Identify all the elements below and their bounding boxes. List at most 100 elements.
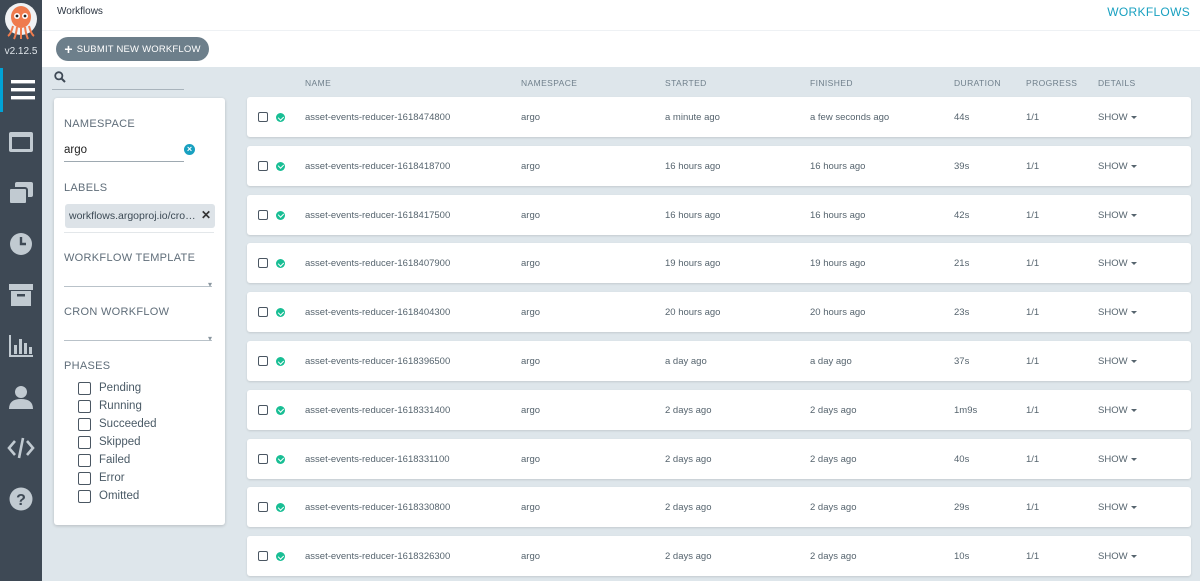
workflows-list-icon: [10, 80, 35, 100]
api-docs-icon: [7, 437, 35, 459]
side-nav: v2.12.5 ?: [0, 0, 42, 581]
cell-name: asset-events-reducer-1618418700: [305, 160, 451, 172]
clear-namespace-icon[interactable]: ×: [184, 144, 195, 155]
succeeded-status-icon: [276, 357, 285, 366]
table-row[interactable]: asset-events-reducer-1618331100 argo 2 day…: [247, 438, 1191, 479]
row-checkbox[interactable]: [258, 502, 268, 513]
row-checkbox[interactable]: [258, 258, 268, 269]
show-details-button[interactable]: SHOW: [1098, 210, 1137, 221]
nav-reports[interactable]: [0, 324, 42, 368]
caret-down-icon: [1130, 164, 1137, 168]
cron-workflow-title: CRON WORKFLOW: [64, 306, 170, 318]
search-input[interactable]: [52, 69, 184, 90]
row-checkbox[interactable]: [258, 356, 268, 366]
table-row[interactable]: asset-events-reducer-1618396500 argo a day…: [247, 341, 1191, 381]
labels-title: LABELS: [64, 182, 108, 194]
succeeded-status-icon: [276, 552, 285, 562]
cell-name: asset-events-reducer-1618326300: [305, 551, 451, 563]
remove-label-icon[interactable]: ✕: [201, 208, 211, 222]
cron-workflow-select[interactable]: ▾: [64, 334, 212, 343]
show-details-button[interactable]: SHOW: [1098, 161, 1137, 172]
submit-new-workflow-button[interactable]: + SUBMIT NEW WORKFLOW: [56, 37, 209, 61]
cell-progress: 1/1: [1026, 356, 1040, 367]
caret-down-icon: [1130, 213, 1137, 217]
nav-workflow-templates[interactable]: [0, 120, 42, 164]
phase-label: Failed: [99, 454, 131, 466]
cell-started: 20 hours ago: [665, 307, 721, 319]
nav-archived-workflows[interactable]: [0, 273, 42, 317]
show-details-button[interactable]: SHOW: [1098, 551, 1137, 562]
checkbox[interactable]: [78, 489, 91, 503]
table-row[interactable]: asset-events-reducer-1618331400 argo 2 day…: [247, 389, 1191, 430]
show-details-button[interactable]: SHOW: [1098, 454, 1137, 465]
user-icon: [9, 386, 33, 409]
phase-label: Skipped: [99, 436, 141, 448]
row-checkbox[interactable]: [258, 551, 268, 562]
nav-cron-workflows[interactable]: [0, 222, 42, 266]
table-row[interactable]: asset-events-reducer-1618417500 argo 16 ho…: [247, 194, 1191, 235]
nav-help[interactable]: ?: [0, 477, 42, 521]
show-details-button[interactable]: SHOW: [1098, 405, 1137, 416]
cell-namespace: argo: [521, 551, 541, 563]
phase-running[interactable]: Running: [78, 398, 142, 414]
show-details-label: SHOW: [1098, 356, 1128, 367]
show-details-button[interactable]: SHOW: [1098, 307, 1137, 318]
breadcrumb[interactable]: Workflows: [57, 6, 103, 17]
show-details-button[interactable]: SHOW: [1098, 356, 1137, 367]
row-checkbox[interactable]: [258, 453, 268, 464]
row-checkbox[interactable]: [258, 307, 268, 318]
phase-succeeded[interactable]: Succeeded: [78, 416, 157, 432]
nav-cluster-workflow-templates[interactable]: [0, 171, 42, 215]
show-details-button[interactable]: SHOW: [1098, 112, 1137, 123]
nav-workflows[interactable]: [0, 68, 42, 112]
caret-down-icon: [1130, 506, 1137, 510]
cell-duration: 1m9s: [954, 404, 978, 416]
row-checkbox[interactable]: [258, 160, 268, 171]
workflow-template-title: WORKFLOW TEMPLATE: [64, 252, 196, 264]
cell-duration: 40s: [954, 453, 970, 465]
checkbox[interactable]: [78, 435, 91, 449]
row-checkbox[interactable]: [258, 209, 268, 220]
namespace-input[interactable]: argo: [64, 142, 184, 162]
phase-omitted[interactable]: Omitted: [78, 488, 139, 504]
table-row[interactable]: asset-events-reducer-1618418700 argo 16 ho…: [247, 145, 1191, 186]
cell-progress: 1/1: [1026, 160, 1040, 172]
workflow-template-select[interactable]: ▾: [64, 280, 212, 289]
show-details-button[interactable]: SHOW: [1098, 502, 1137, 513]
search-icon: [54, 71, 66, 83]
column-header-duration: DURATION: [954, 78, 1001, 88]
phase-label: Pending: [99, 382, 142, 394]
checkbox[interactable]: [78, 471, 91, 485]
table-row[interactable]: asset-events-reducer-1618474800 argo a min…: [247, 97, 1191, 137]
cell-progress: 1/1: [1026, 112, 1040, 123]
phase-error[interactable]: Error: [78, 470, 125, 486]
succeeded-status-icon: [276, 161, 285, 171]
table-row[interactable]: asset-events-reducer-1618404300 argo 20 ho…: [247, 292, 1191, 333]
dropdown-icon: ▾: [207, 334, 212, 343]
cell-progress: 1/1: [1026, 502, 1040, 514]
checkbox[interactable]: [78, 381, 91, 395]
table-row[interactable]: asset-events-reducer-1618326300 argo 2 day…: [247, 536, 1191, 577]
nav-user[interactable]: [0, 375, 42, 419]
cell-namespace: argo: [521, 356, 541, 367]
phase-pending[interactable]: Pending: [78, 380, 141, 396]
phase-skipped[interactable]: Skipped: [78, 434, 141, 450]
table-row[interactable]: asset-events-reducer-1618407900 argo 19 ho…: [247, 243, 1191, 284]
cell-name: asset-events-reducer-1618417500: [305, 209, 451, 221]
show-details-label: SHOW: [1098, 209, 1128, 221]
checkbox[interactable]: [78, 399, 91, 413]
checkbox[interactable]: [78, 417, 91, 431]
phase-failed[interactable]: Failed: [78, 452, 130, 468]
cell-duration: 21s: [954, 258, 970, 270]
show-details-button[interactable]: SHOW: [1098, 258, 1137, 269]
help-icon: ?: [9, 487, 33, 511]
checkbox[interactable]: [78, 453, 91, 467]
succeeded-status-icon: [276, 259, 285, 269]
row-checkbox[interactable]: [258, 112, 268, 122]
top-bar: Workflows WORKFLOWS: [42, 0, 1200, 31]
row-checkbox[interactable]: [258, 404, 268, 415]
cell-namespace: argo: [521, 160, 541, 172]
table-row[interactable]: asset-events-reducer-1618330800 argo 2 day…: [247, 487, 1191, 528]
nav-api-docs[interactable]: [0, 426, 42, 470]
cell-started: 16 hours ago: [665, 160, 721, 172]
